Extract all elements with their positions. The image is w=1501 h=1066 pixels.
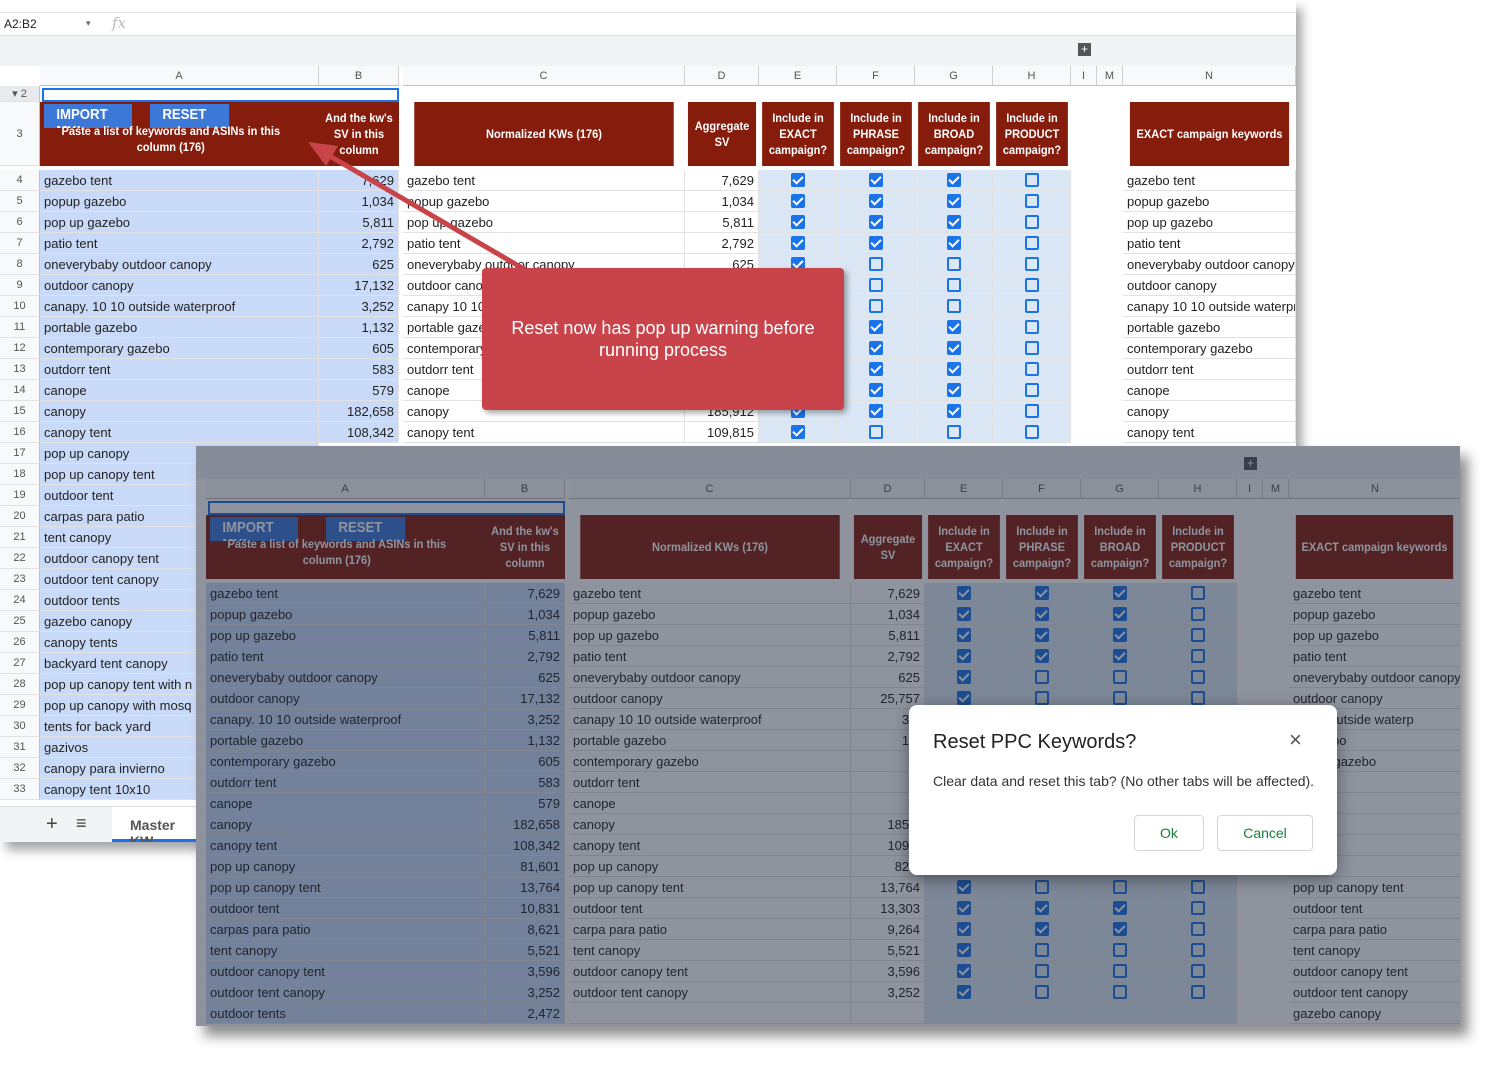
dialog-message: Clear data and reset this tab? (No other… bbox=[933, 773, 1315, 789]
annotation-callout: Reset now has pop up warning before runn… bbox=[482, 268, 844, 410]
reset-confirm-dialog: Reset PPC Keywords? × Clear data and res… bbox=[909, 705, 1337, 875]
callout-arrow bbox=[308, 142, 562, 293]
close-icon[interactable]: × bbox=[1289, 727, 1302, 753]
cancel-button[interactable]: Cancel bbox=[1217, 815, 1313, 851]
dialog-title: Reset PPC Keywords? bbox=[933, 731, 1137, 753]
ok-button[interactable]: Ok bbox=[1134, 815, 1204, 851]
